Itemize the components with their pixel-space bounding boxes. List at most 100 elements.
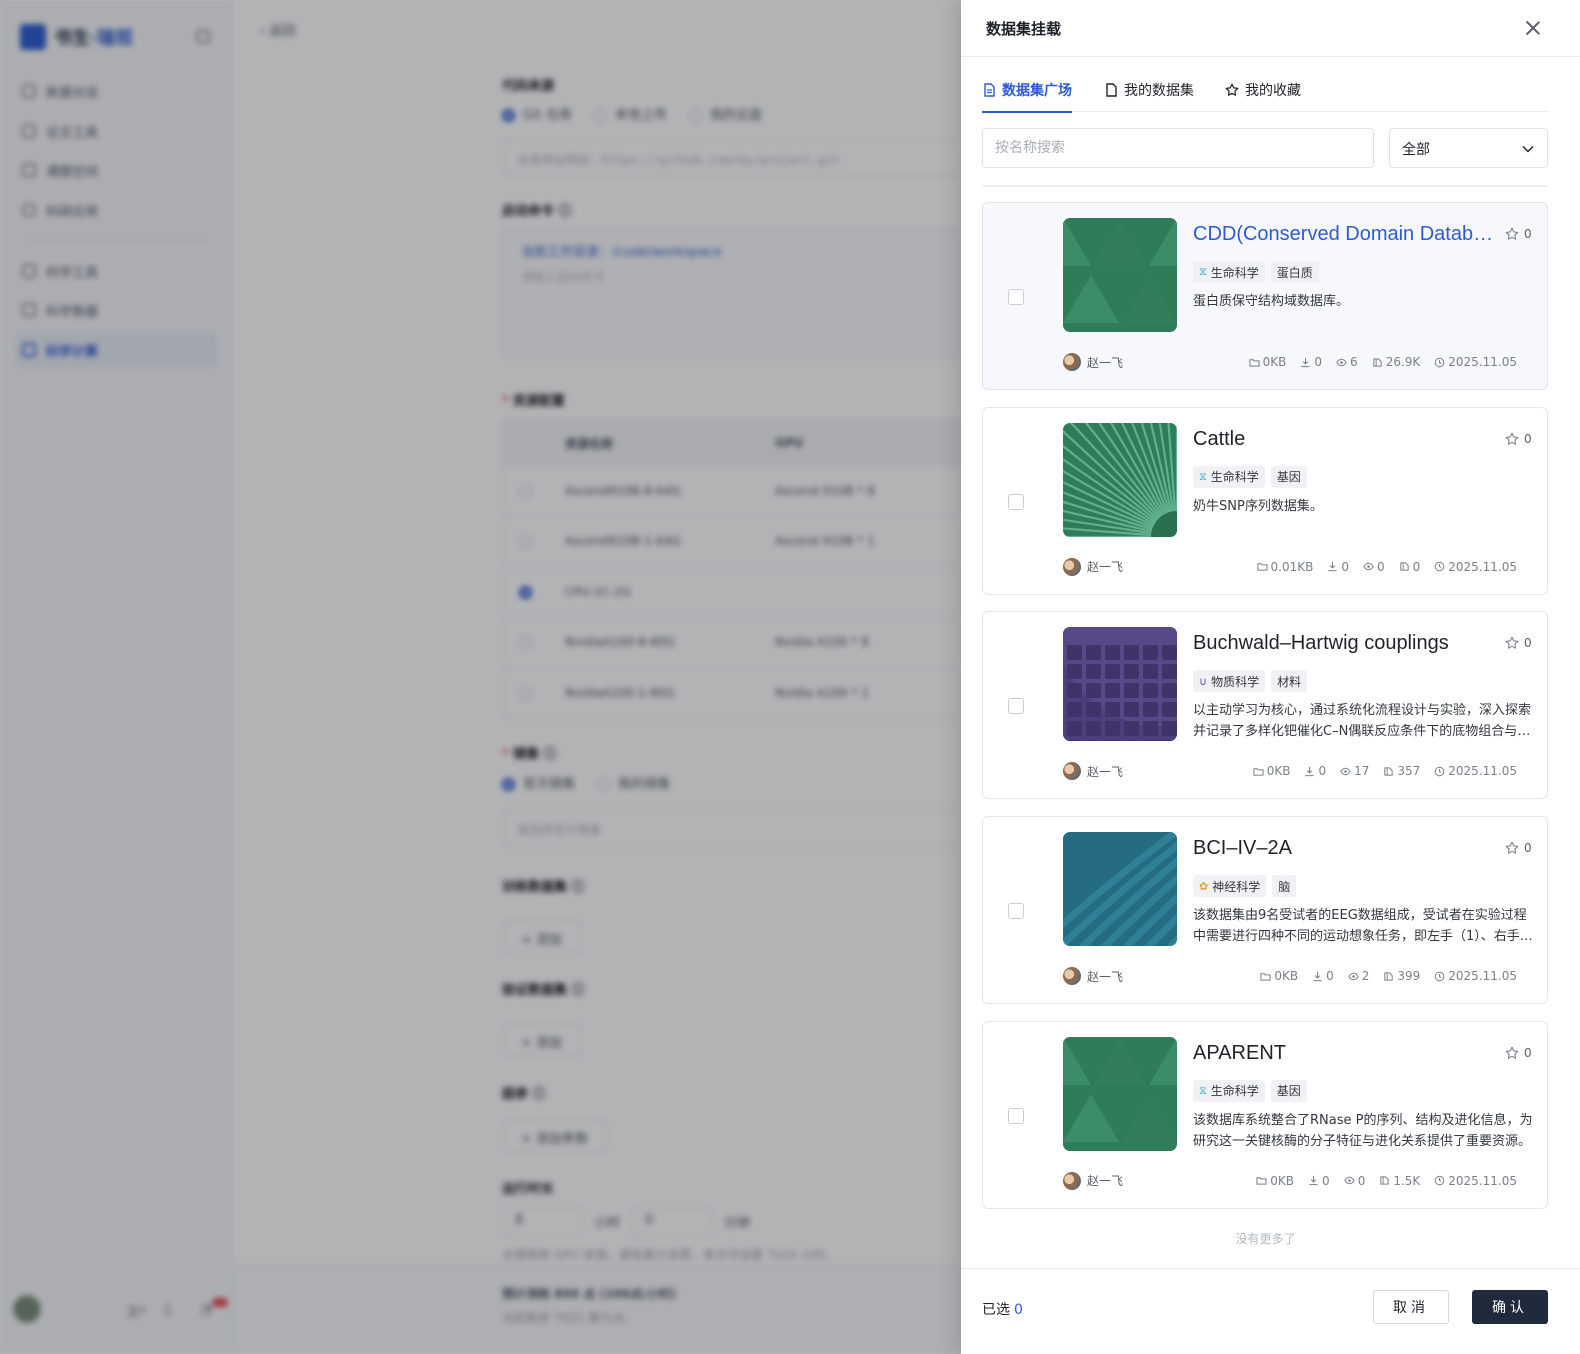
tab-my-datasets[interactable]: 我的数据集 <box>1104 68 1194 112</box>
dataset-checkbox[interactable] <box>1008 289 1024 305</box>
dataset-title[interactable]: Cattle <box>1193 428 1498 451</box>
dataset-tags: ∪ 物质科学 材料 <box>1193 670 1308 693</box>
category-tag: ⧖ 生命科学 <box>1193 261 1265 283</box>
size-stat: 0KB <box>1253 764 1290 778</box>
file-icon <box>1106 83 1117 97</box>
dataset-title[interactable]: BCI–IV–2A <box>1193 837 1498 860</box>
eye-icon <box>1348 972 1359 980</box>
dataset-checkbox[interactable] <box>1008 493 1024 510</box>
folder-icon <box>1256 1177 1267 1185</box>
category-tag: ✿ 神经科学 <box>1193 875 1267 898</box>
eye-icon <box>1340 767 1351 776</box>
records-stat: 0 <box>1399 560 1420 574</box>
brain-icon: ✿ <box>1199 879 1209 893</box>
dataset-thumbnail <box>1063 218 1177 332</box>
dataset-title[interactable]: APARENT <box>1193 1042 1498 1065</box>
dataset-checkbox[interactable] <box>1008 1107 1024 1124</box>
hourglass-icon: ⧖ <box>1199 265 1207 278</box>
folder-icon <box>1249 358 1260 367</box>
dataset-owner: 赵一飞 <box>1063 1171 1123 1190</box>
folder-icon <box>1256 563 1268 571</box>
downloads-stat: 0 <box>1312 969 1334 983</box>
dataset-title[interactable]: CDD(Conserved Domain Database) <box>1193 223 1498 246</box>
owner-avatar <box>1063 557 1081 576</box>
downloads-stat: 0 <box>1327 560 1349 574</box>
star-icon <box>1505 637 1519 650</box>
records-stat: 357 <box>1383 764 1420 778</box>
views-stat: 0 <box>1344 1174 1365 1188</box>
dataset-description: 蛋白质保守结构域数据库。 <box>1193 294 1350 309</box>
favorite-button[interactable]: 0 <box>1505 1046 1532 1060</box>
favorite-button[interactable]: 0 <box>1505 636 1532 650</box>
dataset-card[interactable]: APARENT 0 ⧖ 生命科学 基因 该数据库系统整合了RNase P的序列、结构及进化… <box>982 1020 1548 1209</box>
selected-count: 已选 0 <box>982 1302 1023 1318</box>
dataset-description: 以主动学习为核心，通过系统化流程设计与实验，深入探索并记录了多样化钯催化C–N偶… <box>1193 703 1532 740</box>
dataset-stats: 0KB 0 2 399 2025.11.05 <box>1260 969 1517 983</box>
dataset-title[interactable]: Buchwald–Hartwig couplings <box>1193 632 1498 655</box>
dataset-owner: 赵一飞 <box>1063 353 1123 371</box>
confirm-button[interactable]: 确认 <box>1472 1290 1548 1324</box>
dataset-tags: ⧖ 生命科学 蛋白质 <box>1193 261 1319 283</box>
eye-icon <box>1336 358 1347 366</box>
search-input[interactable] <box>982 128 1374 168</box>
clock-icon <box>1434 971 1445 981</box>
dataset-description: 该数据库系统整合了RNase P的序列、结构及进化信息，为研究这一关键核酶的分子… <box>1193 1112 1533 1149</box>
views-stat: 6 <box>1336 355 1358 369</box>
downloads-stat: 0 <box>1300 355 1322 369</box>
clock-icon <box>1434 766 1445 777</box>
eye-icon <box>1344 1177 1355 1185</box>
dataset-checkbox[interactable] <box>1008 698 1024 715</box>
chevron-down-icon <box>1522 145 1534 153</box>
hourglass-icon: ⧖ <box>1199 469 1207 483</box>
owner-avatar <box>1063 353 1081 371</box>
star-icon <box>1505 432 1519 445</box>
subject-tag: 脑 <box>1272 875 1297 898</box>
favorite-button[interactable]: 0 <box>1505 227 1532 241</box>
download-icon <box>1309 1176 1318 1186</box>
views-stat: 0 <box>1363 560 1385 574</box>
star-icon <box>1505 841 1519 854</box>
date-stat: 2025.11.05 <box>1434 560 1517 574</box>
download-icon <box>1313 971 1322 981</box>
cancel-button[interactable]: 取消 <box>1373 1290 1449 1324</box>
owner-avatar <box>1063 762 1081 781</box>
dataset-card[interactable]: BCI–IV–2A 0 ✿ 神经科学脑该数据集由9名受试者的EEG数据组成，受试者在实… <box>982 816 1548 1005</box>
subject-tag: 基因 <box>1270 1079 1307 1102</box>
dataset-card[interactable]: Cattle 0 ⧖ 生命科学 基因 奶牛SNP序列数据集。 赵一飞 0.01KB 0 0 0 202… <box>982 406 1548 595</box>
record-count-icon <box>1384 971 1394 981</box>
eye-icon <box>1363 562 1374 571</box>
dataset-stats: 0KB 0 6 26.9K 2025.11.05 <box>1249 355 1517 369</box>
favorite-button[interactable]: 0 <box>1505 841 1532 855</box>
dataset-thumbnail <box>1063 627 1177 742</box>
date-stat: 2025.11.05 <box>1434 764 1517 778</box>
download-icon <box>1328 562 1337 572</box>
favorite-button[interactable]: 0 <box>1505 432 1532 446</box>
clock-icon <box>1434 1175 1445 1186</box>
document-icon <box>984 83 995 97</box>
star-icon <box>1225 83 1239 96</box>
owner-avatar <box>1063 1171 1081 1190</box>
dataset-card[interactable]: CDD(Conserved Domain Database) 0 ⧖ 生命科学 蛋白质蛋… <box>982 202 1548 390</box>
records-stat: 1.5K <box>1379 1174 1420 1188</box>
dataset-checkbox[interactable] <box>1008 903 1024 920</box>
dataset-stats: 0.01KB 0 0 0 2025.11.05 <box>1256 560 1517 574</box>
category-filter-select[interactable]: 全部 <box>1389 128 1548 168</box>
subject-tag: 蛋白质 <box>1270 261 1319 283</box>
record-count-icon <box>1399 562 1409 571</box>
list-divider <box>982 185 1548 187</box>
magnet-icon: ∪ <box>1199 674 1208 688</box>
dataset-thumbnail <box>1063 1036 1177 1151</box>
download-icon <box>1305 766 1315 777</box>
dataset-owner: 赵一飞 <box>1063 967 1123 986</box>
downloads-stat: 0 <box>1304 764 1326 778</box>
dataset-tags: ⧖ 生命科学 基因 <box>1193 465 1307 488</box>
dataset-card[interactable]: Buchwald–Hartwig couplings 0 ∪ 物质科学 材料以主动学习为… <box>982 611 1548 800</box>
close-icon[interactable] <box>1521 16 1545 40</box>
tab-dataset-square[interactable]: 数据集广场 <box>982 68 1072 113</box>
download-icon <box>1301 357 1311 367</box>
dataset-thumbnail <box>1063 422 1177 537</box>
category-tag: ∪ 物质科学 <box>1193 670 1266 693</box>
tab-my-favorites[interactable]: 我的收藏 <box>1225 68 1301 112</box>
downloads-stat: 0 <box>1308 1174 1330 1188</box>
folder-icon <box>1260 972 1271 981</box>
